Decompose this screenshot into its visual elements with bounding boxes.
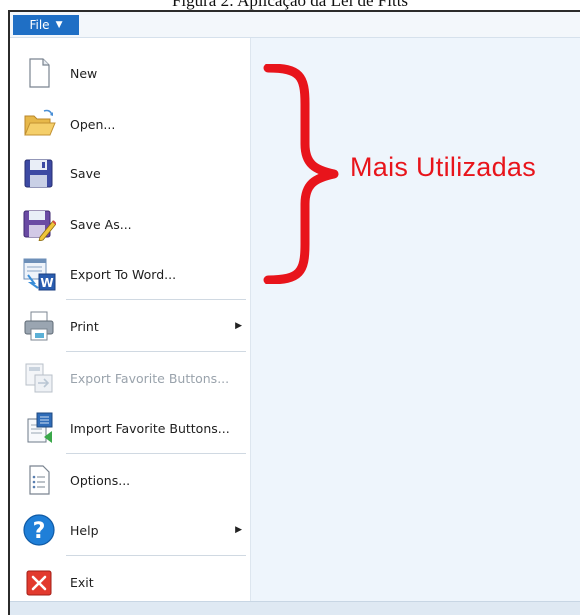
file-menu-panel: New Open... Save Save As... W Export To … xyxy=(10,38,251,606)
open-folder-icon xyxy=(24,109,56,136)
chevron-down-icon: ▼ xyxy=(55,20,63,30)
menu-item-open[interactable]: Open... xyxy=(10,99,250,149)
save-as-icon xyxy=(23,210,56,241)
menu-item-save[interactable]: Save xyxy=(10,148,250,198)
svg-text:?: ? xyxy=(33,519,46,544)
menu-item-export-favorite-buttons[interactable]: Export Favorite Buttons... xyxy=(10,353,250,403)
submenu-arrow-icon: ▶ xyxy=(235,321,242,331)
menu-item-label: Export Favorite Buttons... xyxy=(70,370,230,386)
exit-icon xyxy=(26,570,52,596)
menu-item-label: Help xyxy=(70,522,99,538)
menu-item-export-to-word[interactable]: W Export To Word... xyxy=(10,249,250,299)
menu-item-new[interactable]: New xyxy=(10,48,250,98)
printer-icon xyxy=(24,311,54,341)
save-floppy-icon xyxy=(24,159,53,188)
menu-item-label: New xyxy=(70,65,98,81)
menu-item-print[interactable]: Print ▶ xyxy=(10,301,250,351)
export-favorites-icon xyxy=(25,363,53,393)
annotation-most-used: Mais Utilizadas xyxy=(260,64,580,284)
import-favorites-icon xyxy=(27,412,53,443)
application-window: File ▼ New Open... Save Save As... W Exp… xyxy=(8,10,580,615)
menu-item-exit[interactable]: Exit xyxy=(10,557,250,607)
menu-item-label: Export To Word... xyxy=(70,266,177,282)
menu-item-save-as[interactable]: Save As... xyxy=(10,199,250,249)
menu-item-label: Save As... xyxy=(70,216,132,232)
menu-separator xyxy=(66,555,246,556)
menu-item-label: Exit xyxy=(70,574,94,590)
menu-item-import-favorite-buttons[interactable]: Import Favorite Buttons... xyxy=(10,403,250,453)
annotation-label: Mais Utilizadas xyxy=(350,152,537,182)
menu-item-label: Import Favorite Buttons... xyxy=(70,420,230,436)
menu-separator xyxy=(66,351,246,352)
menu-bar: File ▼ xyxy=(10,12,580,38)
status-bar xyxy=(10,601,580,615)
submenu-arrow-icon: ▶ xyxy=(235,525,242,535)
help-icon: ? xyxy=(23,514,55,546)
options-icon xyxy=(29,465,50,495)
curly-brace-icon xyxy=(263,64,339,284)
file-menu-button[interactable]: File ▼ xyxy=(13,15,79,35)
new-document-icon xyxy=(29,58,50,88)
menu-item-options[interactable]: Options... xyxy=(10,455,250,505)
menu-separator xyxy=(66,453,246,454)
menu-item-label: Print xyxy=(70,318,99,334)
menu-item-label: Open... xyxy=(70,116,116,132)
menu-item-label: Save xyxy=(70,165,101,181)
export-to-word-icon: W xyxy=(23,258,56,291)
menu-item-label: Options... xyxy=(70,472,131,488)
svg-text:W: W xyxy=(40,276,53,290)
menu-separator xyxy=(66,299,246,300)
file-menu-label: File xyxy=(29,18,50,32)
menu-item-help[interactable]: ? Help ▶ xyxy=(10,505,250,555)
